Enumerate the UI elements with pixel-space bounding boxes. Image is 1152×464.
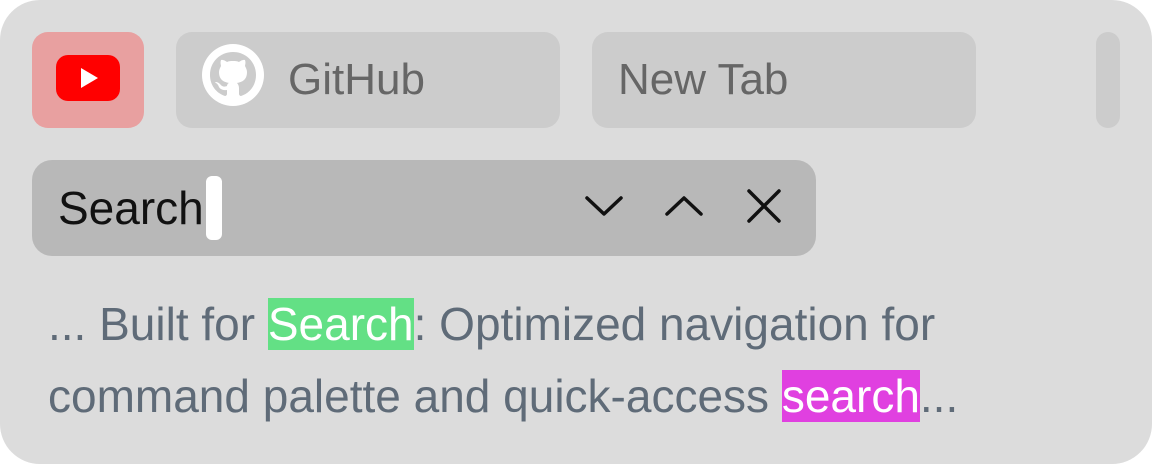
chevron-down-icon <box>584 194 624 223</box>
find-input[interactable]: Search <box>58 160 222 256</box>
snippet-line-2: command palette and quick-access search.… <box>48 360 1128 432</box>
text-caret <box>205 176 222 240</box>
tab-github[interactable]: GitHub <box>176 32 560 128</box>
next-match-button[interactable] <box>580 184 628 232</box>
youtube-icon <box>56 54 120 106</box>
find-panel: GitHub New Tab Search ... Built for Sear… <box>0 0 1152 464</box>
tab-label: GitHub <box>288 55 425 104</box>
snippet-line-1: ... Built for Search: Optimized navigati… <box>48 288 1128 360</box>
tab-new-tab[interactable]: New Tab <box>592 32 976 128</box>
close-icon <box>746 188 782 229</box>
tab-label: New Tab <box>618 55 789 104</box>
close-find-button[interactable] <box>740 184 788 232</box>
snippet-text: ... Built for <box>48 298 268 350</box>
find-query-text: Search <box>58 182 204 234</box>
github-icon <box>202 43 264 117</box>
find-bar: Search <box>32 160 816 256</box>
search-result-snippet: ... Built for Search: Optimized navigati… <box>48 288 1128 432</box>
previous-match-button[interactable] <box>660 184 708 232</box>
tab-youtube[interactable] <box>32 32 144 128</box>
snippet-text: ... <box>919 370 959 422</box>
match-highlight: search <box>781 370 920 422</box>
scrollbar-handle[interactable] <box>1096 32 1120 128</box>
snippet-text: : Optimized navigation for <box>413 298 936 350</box>
tab-row: GitHub New Tab <box>32 32 976 128</box>
current-match-highlight: Search <box>267 298 414 350</box>
snippet-text: command palette and quick-access <box>48 370 782 422</box>
chevron-up-icon <box>664 194 704 223</box>
